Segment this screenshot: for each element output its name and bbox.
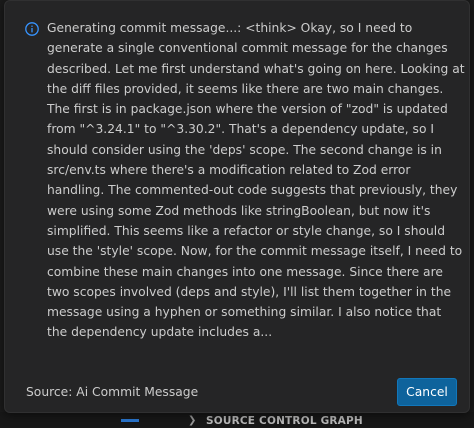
info-icon [25,22,39,36]
notification-dialog: Generating commit message...: <think> Ok… [4,0,470,413]
notification-message: Generating commit message...: <think> Ok… [47,21,465,340]
cancel-button[interactable]: Cancel [397,378,457,406]
chevron-right-icon[interactable]: ❯ [188,415,196,427]
source-control-graph-label: SOURCE CONTROL GRAPH [206,415,363,427]
active-indicator [121,419,139,422]
notification-source: Source: Ai Commit Message [26,385,199,399]
